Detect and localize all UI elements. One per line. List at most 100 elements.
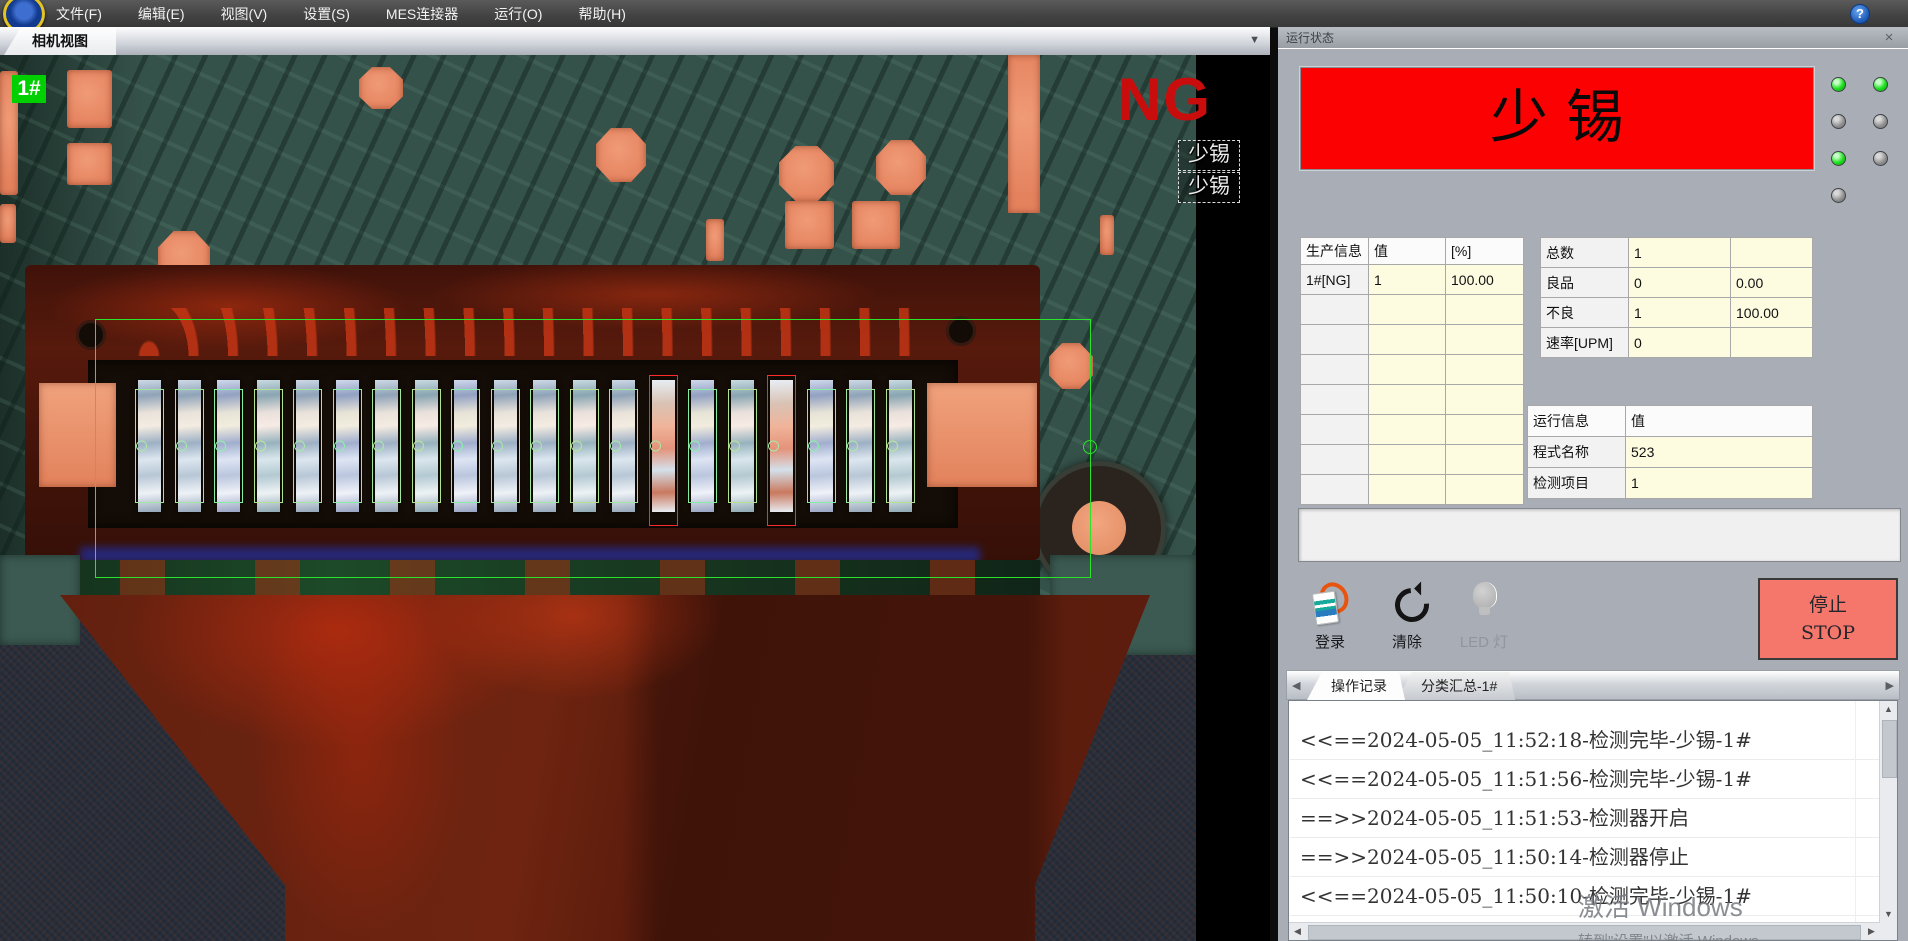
tab-summary[interactable]: 分类汇总-1# (1397, 672, 1515, 700)
production-table-cell (1446, 415, 1524, 445)
status-lamp-off (1873, 114, 1888, 129)
scroll-up-icon[interactable]: ▲ (1880, 701, 1897, 718)
menu-item[interactable]: 帮助(H) (578, 4, 625, 24)
tab-operation-log[interactable]: 操作记录 (1307, 672, 1405, 700)
run-info-table-cell: 1 (1626, 468, 1813, 499)
stats-table-cell: 速率[UPM] (1541, 328, 1629, 358)
production-table: 生产信息值[%]1#[NG]1100.00 (1300, 237, 1524, 505)
stats-table-cell: 不良 (1541, 298, 1629, 328)
login-label: 登录 (1298, 631, 1362, 652)
log-column-divider (1855, 701, 1856, 922)
operation-log-list: <<==2024-05-05_11:52:18-检测完毕-少锡-1#<<==20… (1288, 700, 1898, 941)
tab-scroll-right-icon[interactable]: ▶ (1886, 679, 1894, 692)
message-box (1298, 508, 1901, 562)
vertical-scroll-thumb[interactable] (1882, 720, 1897, 778)
log-tab-strip: ◀ 操作记录分类汇总-1# ▶ (1286, 670, 1900, 700)
result-label: NG (1118, 65, 1212, 134)
clear-button[interactable]: 清除 (1375, 576, 1439, 654)
menu-items: 文件(F) 编辑(E) 视图(V) 设置(S) MES连接器 运行(O) 帮助(H) (56, 0, 626, 27)
menu-item[interactable]: 设置(S) (303, 4, 350, 24)
production-table-cell (1446, 355, 1524, 385)
production-table-cell (1301, 385, 1369, 415)
log-entry: <<==2024-05-05_11:52:18-检测完毕-少锡-1# (1290, 721, 1879, 760)
pcb-pad (596, 128, 646, 182)
production-table-cell (1369, 325, 1446, 355)
menu-item[interactable]: 编辑(E) (138, 4, 185, 24)
run-info-table-cell: 程式名称 (1528, 437, 1626, 468)
stats-table-cell (1731, 328, 1813, 358)
menu-item[interactable]: 运行(O) (494, 4, 542, 24)
stats-table-cell (1731, 238, 1813, 268)
stats-table-cell: 0.00 (1731, 268, 1813, 298)
production-table-cell (1301, 325, 1369, 355)
app-window: 文件(F) 编辑(E) 视图(V) 设置(S) MES连接器 运行(O) 帮助(H) ? 相… (0, 0, 1908, 941)
run-info-table-cell: 523 (1626, 437, 1813, 468)
scrollbar-corner (1880, 923, 1897, 940)
menu-bar: 文件(F) 编辑(E) 视图(V) 设置(S) MES连接器 运行(O) 帮助(H) ? (0, 0, 1908, 28)
production-table-cell: 1#[NG] (1301, 265, 1369, 295)
log-rows: <<==2024-05-05_11:52:18-检测完毕-少锡-1#<<==20… (1290, 721, 1879, 922)
menu-item[interactable]: 文件(F) (56, 4, 102, 24)
tab-camera-view[interactable]: 相机视图 (4, 27, 116, 55)
scroll-down-icon[interactable]: ▼ (1880, 906, 1897, 923)
production-table-cell (1369, 355, 1446, 385)
status-lamp-off (1831, 114, 1846, 129)
log-tabs: 操作记录分类汇总-1# (1307, 672, 1507, 700)
stop-button[interactable]: 停止 STOP (1758, 578, 1898, 660)
pcb-pad (852, 201, 900, 249)
horizontal-scrollbar[interactable]: ◀ ▶ (1289, 922, 1880, 940)
defect-banner: 少锡 (1300, 67, 1814, 170)
log-entry: ==>>2024-05-05_11:51:53-检测器开启 (1290, 799, 1879, 838)
pcb-pad (359, 67, 403, 109)
menu-item[interactable]: 视图(V) (221, 4, 268, 24)
status-lamp-on (1873, 77, 1888, 92)
status-panel-title: 运行状态 (1286, 31, 1334, 45)
production-table-cell (1446, 295, 1524, 325)
status-lamp-on (1831, 77, 1846, 92)
tab-scroll-left-icon[interactable]: ◀ (1292, 679, 1300, 692)
menu-item[interactable]: MES连接器 (386, 4, 458, 24)
scroll-right-icon[interactable]: ▶ (1863, 923, 1880, 940)
production-table-cell (1369, 445, 1446, 475)
vertical-scrollbar[interactable]: ▲ ▼ (1879, 701, 1897, 923)
production-table-header-cell: 生产信息 (1301, 238, 1369, 265)
pcb-pad (1008, 55, 1040, 213)
status-lamp-on (1831, 151, 1846, 166)
help-icon[interactable]: ? (1850, 4, 1870, 24)
production-table-cell (1369, 295, 1446, 325)
run-info-table: 运行信息值程式名称523检测项目1 (1527, 405, 1813, 499)
run-info-table-header-cell: 运行信息 (1528, 406, 1626, 437)
led-button[interactable]: LED 灯 (1452, 576, 1516, 654)
login-button[interactable]: 登录 (1298, 576, 1362, 654)
pcb-pad (67, 70, 112, 128)
status-panel-titlebar: 运行状态 × (1278, 27, 1908, 49)
scroll-left-icon[interactable]: ◀ (1289, 923, 1306, 940)
horizontal-scroll-thumb[interactable] (1308, 925, 1861, 940)
clear-arrow-icon (1388, 581, 1436, 629)
production-table-cell (1446, 445, 1524, 475)
status-lamp-off (1873, 151, 1888, 166)
led-label: LED 灯 (1452, 631, 1516, 652)
chevron-down-icon[interactable]: ▼ (1249, 34, 1260, 46)
close-icon[interactable]: × (1880, 27, 1898, 49)
production-table-header-cell: 值 (1369, 238, 1446, 265)
stats-table-cell: 总数 (1541, 238, 1629, 268)
pcb-pad (67, 143, 112, 185)
production-table-cell (1446, 325, 1524, 355)
camera-tab-bar: 相机视图 ▼ (0, 27, 1270, 56)
production-table-cell (1446, 475, 1524, 505)
pcb-pad (0, 204, 16, 243)
stats-table: 总数1良品00.00不良1100.00速率[UPM]0 (1540, 237, 1813, 358)
production-table-cell (1301, 445, 1369, 475)
log-entry: ==>>2024-05-05_11:50:14-检测器停止 (1290, 838, 1879, 877)
production-table-header-cell: [%] (1446, 238, 1524, 265)
inspection-roi-box (95, 319, 1091, 578)
production-table-cell (1301, 475, 1369, 505)
stats-table-cell: 良品 (1541, 268, 1629, 298)
production-table-cell: 1 (1369, 265, 1446, 295)
login-badge-icon (1312, 582, 1348, 624)
clear-label: 清除 (1375, 631, 1439, 652)
camera-view: 1# NG 少锡少锡 (0, 55, 1270, 941)
stats-table-cell: 0 (1629, 268, 1731, 298)
pcb-pad (1100, 215, 1114, 255)
